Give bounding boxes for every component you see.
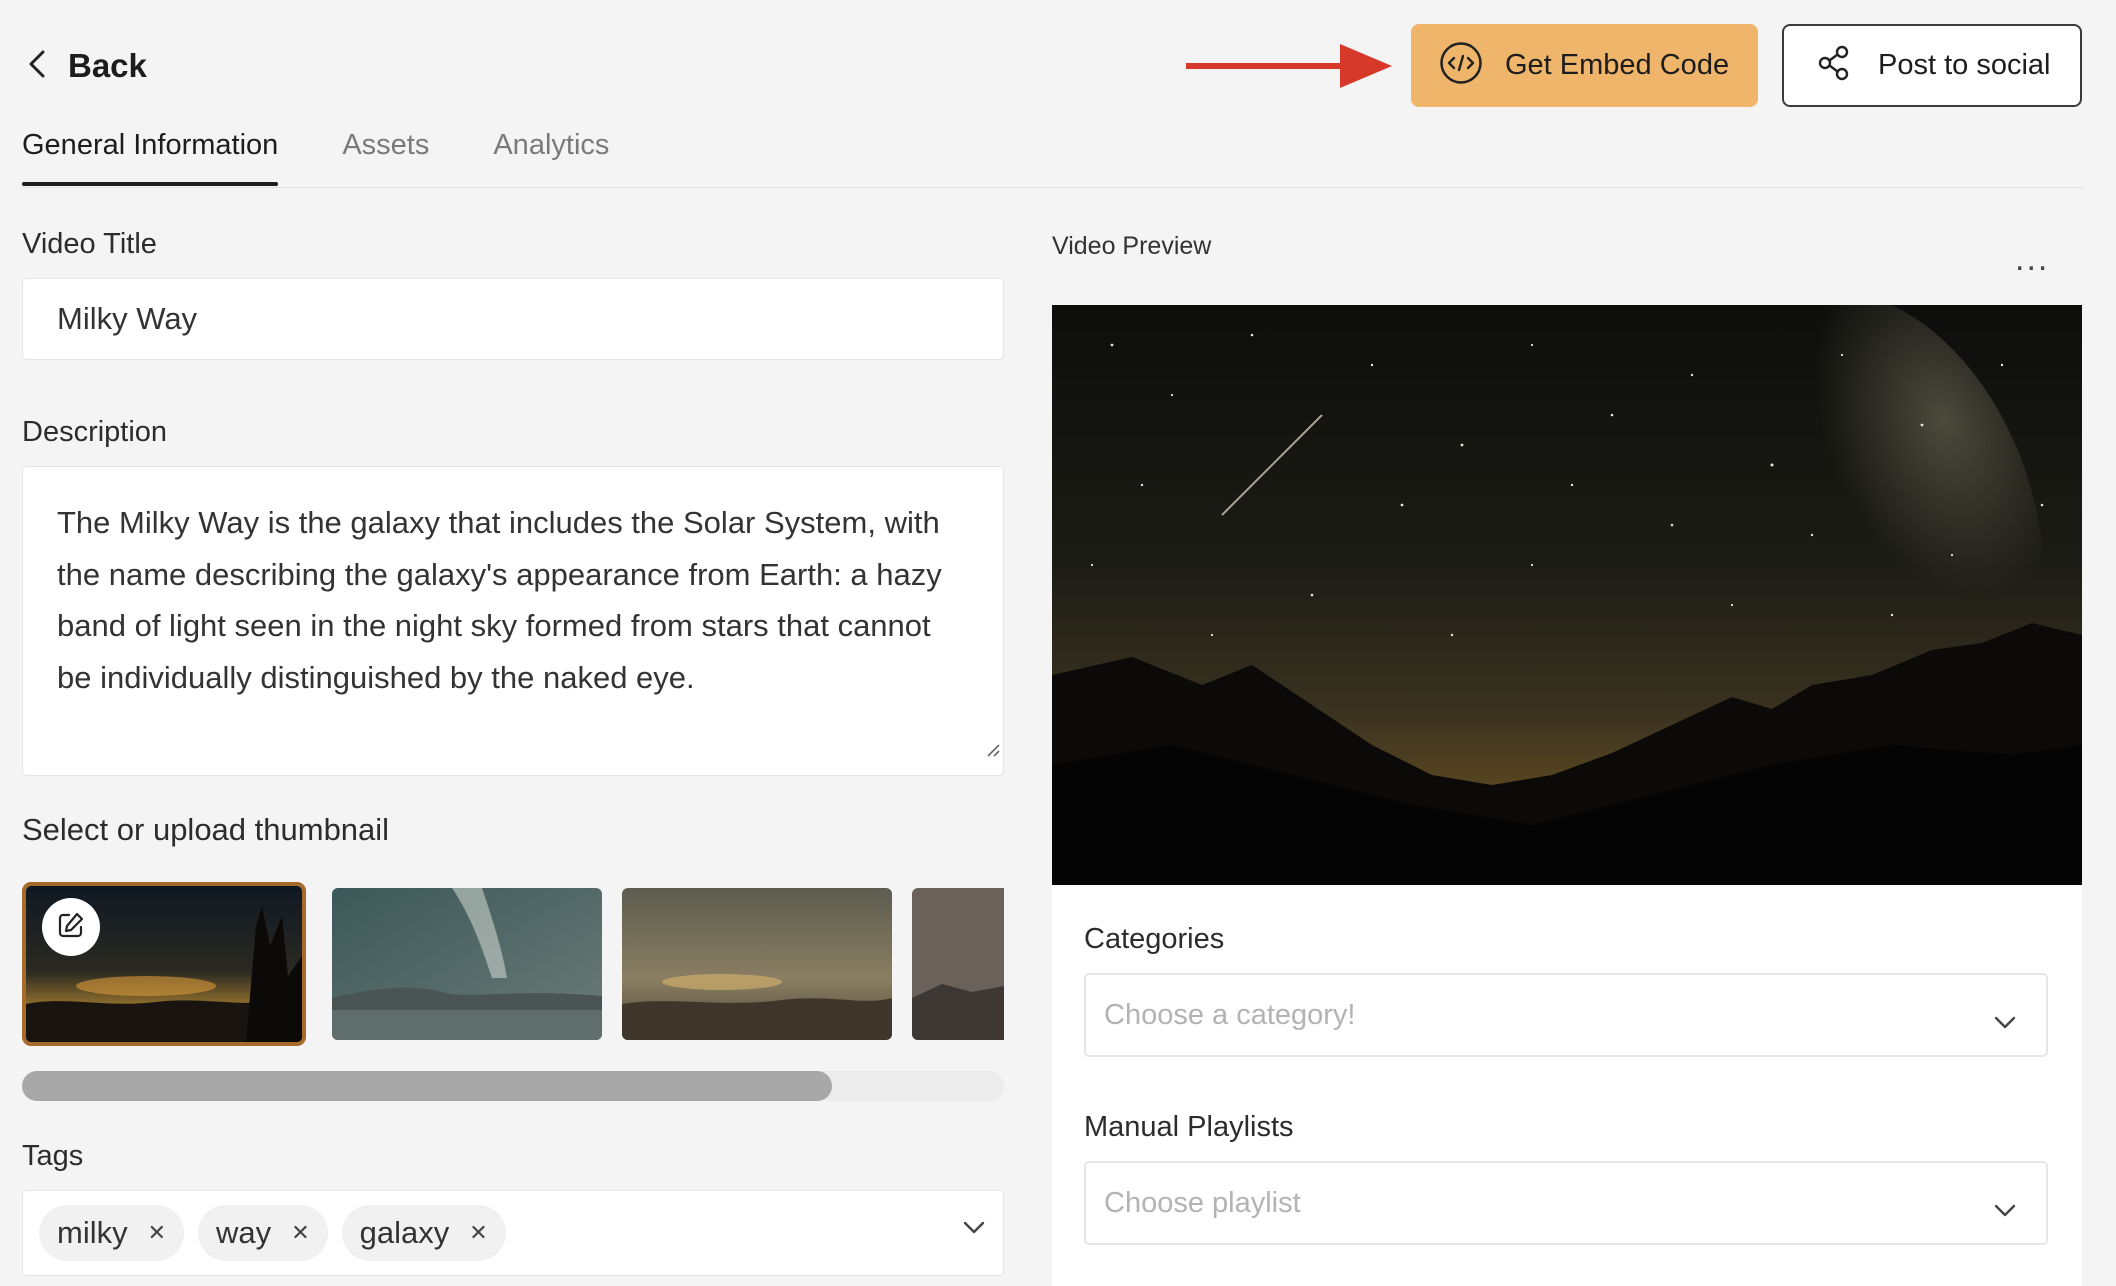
manual-playlists-label: Manual Playlists: [1084, 1111, 1294, 1143]
tag-label: milky: [57, 1215, 128, 1250]
tab-analytics[interactable]: Analytics: [493, 126, 609, 186]
social-label: Post to social: [1878, 49, 2051, 81]
metadata-panel: Categories Choose a category! Manual Pla…: [1052, 885, 2082, 1286]
share-icon: [1818, 45, 1850, 86]
video-title-input[interactable]: Milky Way: [22, 278, 1004, 360]
close-icon[interactable]: ✕: [469, 1220, 487, 1246]
embed-label: Get Embed Code: [1505, 49, 1730, 81]
resize-handle-icon[interactable]: [984, 721, 1000, 773]
categories-label: Categories: [1084, 923, 1225, 955]
chevron-down-icon[interactable]: [963, 1221, 985, 1240]
back-button[interactable]: Back: [28, 42, 147, 90]
thumbnail-option[interactable]: [912, 888, 1004, 1040]
tab-assets[interactable]: Assets: [342, 126, 429, 186]
tag-chip: milky ✕: [39, 1205, 185, 1261]
tags-input[interactable]: milky ✕ way ✕ galaxy ✕: [22, 1190, 1004, 1276]
category-placeholder: Choose a category!: [1104, 998, 1356, 1031]
back-label: Back: [68, 47, 147, 84]
tab-bar: General Information Assets Analytics: [22, 126, 609, 186]
code-icon: [1439, 41, 1483, 90]
description-textarea[interactable]: The Milky Way is the galaxy that include…: [22, 466, 1004, 776]
tag-label: galaxy: [359, 1215, 450, 1250]
close-icon[interactable]: ✕: [291, 1220, 309, 1246]
tab-general-information[interactable]: General Information: [22, 126, 279, 186]
description-text: The Milky Way is the galaxy that include…: [57, 505, 942, 695]
category-select[interactable]: Choose a category!: [1084, 973, 2048, 1057]
thumbnail-option[interactable]: [332, 888, 602, 1040]
chevron-left-icon: [28, 50, 46, 83]
chevron-down-icon: [1994, 1005, 2016, 1038]
tag-label: way: [216, 1215, 272, 1250]
edit-thumbnail-button[interactable]: [42, 898, 100, 956]
thumbnail-option[interactable]: [622, 888, 892, 1040]
playlist-placeholder: Choose playlist: [1104, 1186, 1301, 1219]
edit-icon: [55, 909, 87, 946]
thumbnail-selected[interactable]: [22, 882, 306, 1046]
tags-label: Tags: [22, 1140, 84, 1172]
playlist-select[interactable]: Choose playlist: [1084, 1161, 2048, 1245]
video-player[interactable]: [1052, 305, 2082, 885]
annotation-arrow: [1184, 40, 1394, 97]
thumbnail-scrollbar[interactable]: [22, 1071, 832, 1101]
video-preview-label: Video Preview: [1052, 232, 1212, 260]
video-title-label: Video Title: [22, 228, 157, 260]
more-options-button[interactable]: ...: [2015, 240, 2049, 279]
tag-chip: galaxy ✕: [341, 1205, 506, 1261]
get-embed-code-button[interactable]: Get Embed Code: [1411, 24, 1758, 107]
description-label: Description: [22, 416, 168, 448]
tag-chip: way ✕: [198, 1205, 328, 1261]
tabs-divider: [22, 187, 2084, 188]
thumbnail-label: Select or upload thumbnail: [22, 812, 390, 847]
close-icon[interactable]: ✕: [148, 1220, 166, 1246]
post-to-social-button[interactable]: Post to social: [1782, 24, 2082, 107]
chevron-down-icon: [1994, 1193, 2016, 1226]
